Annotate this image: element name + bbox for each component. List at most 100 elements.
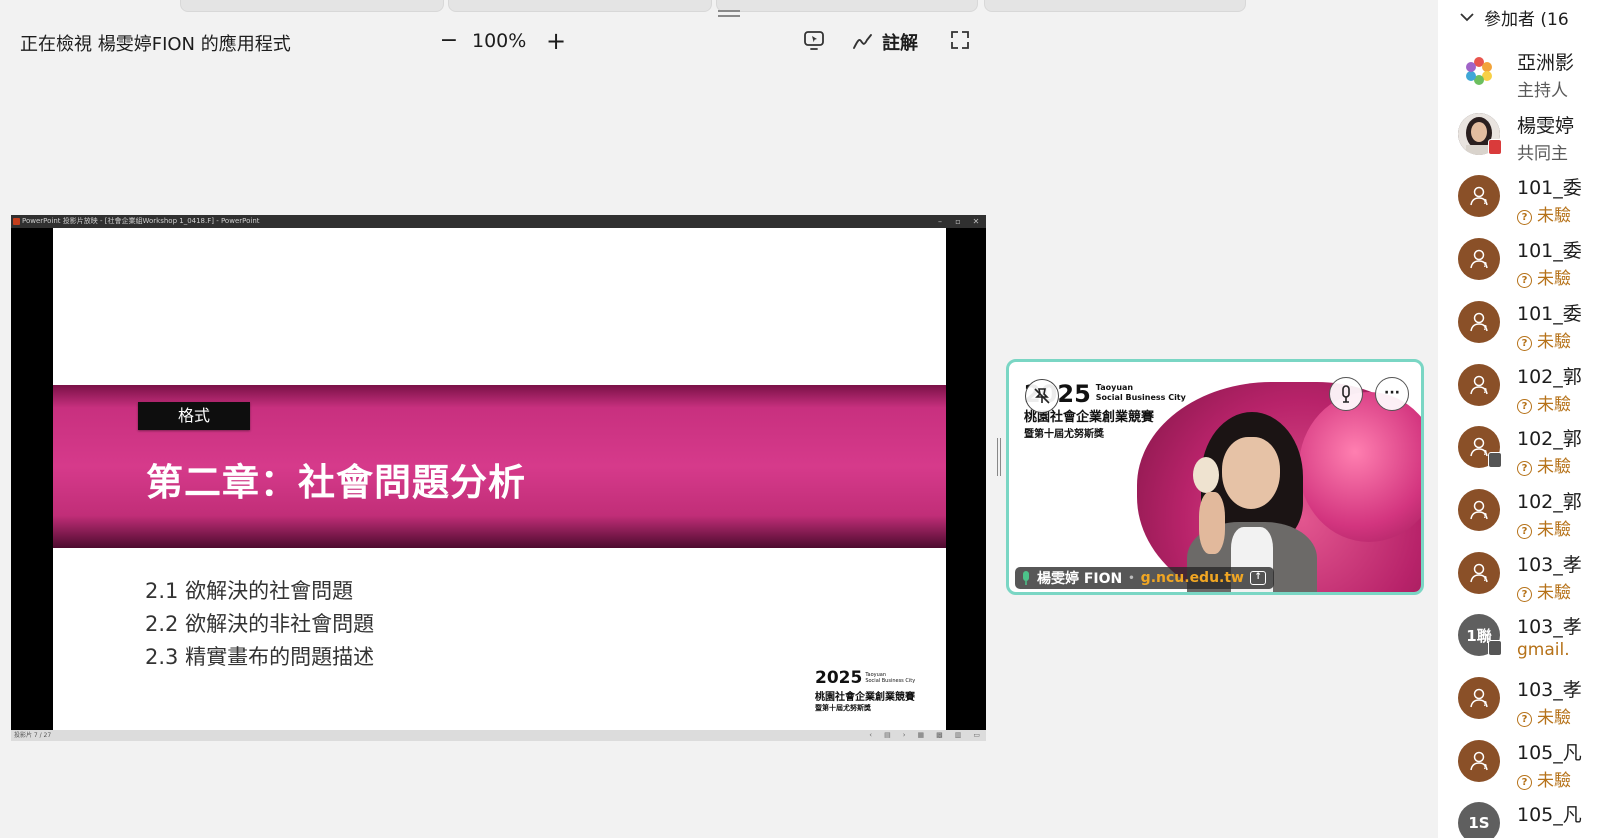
guest-avatar-icon: ? [1458, 739, 1500, 782]
presentation-slide: 格式 第二章：社會問題分析 2.1 欲解決的社會問題 2.2 欲解決的非社會問題… [53, 228, 946, 730]
participant-row[interactable]: 亞洲影 主持人 [1458, 44, 1600, 102]
participant-row[interactable]: ? 101_委? 未驗 [1458, 169, 1600, 227]
next-slide-icon: › [902, 731, 906, 739]
participants-header[interactable]: 參加者 (16 [1460, 5, 1569, 30]
name-separator: • [1128, 572, 1135, 584]
gallery-thumbnail[interactable] [984, 0, 1246, 12]
initials-avatar: 1S [1458, 802, 1500, 838]
shared-screen: PowerPoint 投影片放映 - [社會企業組Workshop 1_0418… [11, 215, 986, 741]
participant-status: ? 未驗 [1517, 201, 1571, 226]
zoom-in-button[interactable]: + [544, 26, 568, 56]
mic-button[interactable] [1329, 377, 1363, 411]
device-badge-icon [1488, 452, 1502, 469]
participant-status-text: 未驗 [1537, 770, 1571, 791]
competition-logo: 2025 Taoyuan Social Business City 桃園社會企業創業… [815, 668, 915, 713]
gallery-thumbnail[interactable] [448, 0, 712, 12]
guest-avatar-icon: ? [1458, 488, 1500, 531]
participant-name: 亞洲影 [1517, 52, 1575, 74]
participant-name: 105_凡 [1517, 741, 1582, 764]
reading-view-icon: ▥ [954, 731, 962, 739]
fullscreen-button[interactable] [950, 30, 972, 52]
question-icon: ? [1517, 712, 1532, 727]
participant-name: 102_郭 [1517, 490, 1582, 513]
participant-row[interactable]: 1聯 103_孝 gmail. [1458, 608, 1600, 666]
participant-name: 102_郭 [1517, 428, 1582, 451]
participant-status: ? 未驗 [1517, 766, 1571, 791]
host-logo-avatar [1458, 50, 1500, 92]
participant-name: 101_委 [1517, 302, 1582, 325]
video-logo-en-line: Social Business City [1095, 393, 1186, 402]
screen-share-icon: ↑ [1250, 571, 1266, 585]
unpin-icon [1034, 388, 1050, 404]
speaker-name: 楊雯婷 FION [1037, 571, 1123, 587]
speaker-video-tile[interactable]: 2025TaoyuanSocial Business City 桃園社會企業創業… [1006, 359, 1424, 595]
participant-row[interactable]: 楊雯婷 共同主 [1458, 107, 1600, 165]
slide-list-item: 2.1 欲解決的社會問題 [145, 579, 354, 603]
zoom-out-button[interactable]: − [437, 26, 461, 56]
ppt-titlebar: PowerPoint 投影片放映 - [社會企業組Workshop 1_0418… [11, 215, 986, 228]
participant-status: ? 未驗 [1517, 327, 1571, 352]
slide-menu-icon: ▤ [884, 731, 891, 739]
gallery-thumbnail[interactable] [716, 0, 978, 12]
speaker-face [1222, 437, 1280, 509]
guest-avatar-icon: ? [1458, 677, 1500, 719]
participant-row[interactable]: ? 101_委? 未驗 [1458, 295, 1600, 353]
remote-control-button[interactable] [802, 30, 828, 54]
pen-scribble-icon [853, 34, 872, 49]
chevron-down-icon [1460, 13, 1474, 22]
ppt-status-icons: ‹ ▤ › ▦ ▩ ▥ ▭ [869, 730, 980, 741]
participant-status-text: 未驗 [1537, 331, 1571, 352]
more-options-button[interactable]: ··· [1375, 377, 1409, 411]
participant-status: ? 未驗 [1517, 703, 1571, 728]
participant-status-text: 未驗 [1537, 582, 1571, 603]
participant-row[interactable]: ? 103_孝? 未驗 [1458, 671, 1600, 729]
participant-status-text: 未驗 [1537, 457, 1571, 478]
powerpoint-logo-icon [13, 218, 20, 225]
annotate-label: 註解 [882, 33, 918, 54]
normal-view-icon: ▦ [917, 731, 925, 739]
guest-avatar-icon: ? [1458, 363, 1500, 406]
participant-row[interactable]: ? 103_孝? 未驗 [1458, 546, 1600, 604]
microphone-icon [1342, 385, 1350, 403]
participant-row[interactable]: ? 101_委? 未驗 [1458, 232, 1600, 290]
svg-text:?: ? [1483, 198, 1487, 206]
screen-share-badge-icon [1488, 138, 1502, 155]
speaker-earmuff [1193, 457, 1219, 493]
logo-year: 2025 [815, 668, 863, 688]
participant-row[interactable]: ? 102_郭? 未驗 [1458, 358, 1600, 416]
split-resize-handle[interactable] [997, 438, 1001, 476]
video-logo-en: Taoyuan Social Business City [1096, 383, 1186, 403]
question-icon: ? [1517, 774, 1532, 790]
participant-row[interactable]: ? 105_凡? 未驗 [1458, 734, 1600, 792]
gallery-drag-handle[interactable] [718, 10, 740, 18]
participant-row[interactable]: ? 102_郭? 未驗 [1458, 420, 1600, 478]
participant-name: 楊雯婷 [1517, 114, 1575, 137]
unpin-button[interactable] [1025, 379, 1059, 413]
slideshow-view-icon: ▭ [973, 731, 980, 739]
gallery-thumbnail[interactable] [180, 0, 444, 12]
slide-tag: 格式 [138, 402, 250, 430]
participant-status: ? 未驗 [1517, 578, 1571, 603]
speaker-name-badge: 楊雯婷 FION • g.ncu.edu.tw ↑ [1015, 567, 1274, 589]
participant-status-text: 未驗 [1537, 206, 1571, 227]
logo-en-line: Social Business City [865, 678, 916, 684]
prev-slide-icon: ‹ [869, 731, 873, 739]
participants-title: 參加者 (16 [1484, 9, 1569, 30]
annotate-button[interactable]: 註解 [852, 28, 918, 56]
speaker-hand [1199, 492, 1225, 554]
participant-name: 102_郭 [1517, 365, 1582, 388]
participant-name: 101_委 [1517, 240, 1582, 263]
restore-icon: ▫ [955, 217, 961, 226]
participant-status: ? 未驗 [1517, 452, 1571, 477]
participant-status-text: 未驗 [1537, 708, 1571, 728]
participant-row[interactable]: 1S 105_凡 [1458, 796, 1600, 838]
participant-status: ? 未驗 [1517, 390, 1571, 415]
participant-name: 103_孝 [1517, 679, 1582, 701]
participant-row[interactable]: ? 102_郭? 未驗 [1458, 483, 1600, 541]
svg-text:?: ? [1483, 261, 1487, 269]
ppt-window-title: PowerPoint 投影片放映 - [社會企業組Workshop 1_0418… [22, 217, 260, 225]
expand-icon [951, 31, 969, 49]
participant-name: 103_孝 [1517, 553, 1582, 576]
participant-name: 103_孝 [1517, 616, 1582, 639]
participant-name: 101_委 [1517, 177, 1582, 200]
